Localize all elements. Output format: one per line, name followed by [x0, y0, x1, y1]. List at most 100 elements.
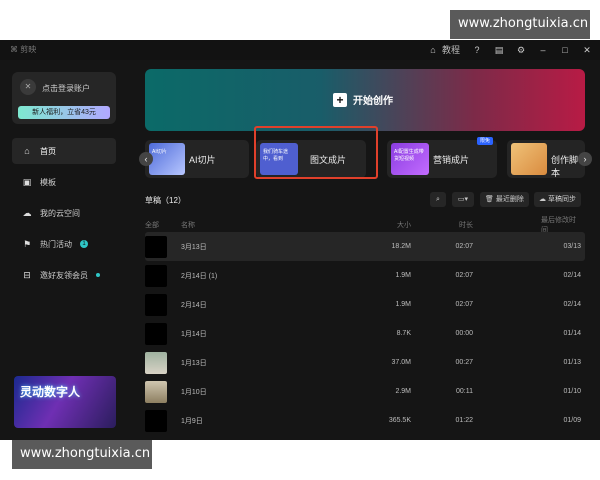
draft-size: 1.9M [395, 272, 411, 279]
recently-deleted-label: 最近删除 [495, 196, 524, 203]
sidebar-item-templates[interactable]: ▣ 模板 [12, 169, 116, 195]
minimize-icon[interactable]: – [538, 45, 548, 55]
start-creating-button[interactable]: + 开始创作 [145, 69, 585, 131]
table-row[interactable]: 1月14日 8.7K 00:00 01/14 [145, 319, 585, 348]
digital-human-banner[interactable]: 灵动数字人 [14, 376, 116, 428]
trash-icon: 🗑 [485, 196, 494, 203]
table-row[interactable]: 3月13日 18.2M 02:07 03/13 [145, 232, 585, 261]
draft-modified: 02/14 [563, 272, 581, 279]
gift-icon: ⊟ [23, 270, 31, 280]
drafts-table: 全部 名称 大小 时长 最后修改时间 3月13日 18.2M 02:07 03/… [145, 217, 585, 435]
banner-text: 灵动数字人 [20, 385, 81, 399]
sidebar-item-label: 模板 [40, 177, 56, 187]
header-duration[interactable]: 时长 [443, 218, 473, 232]
draft-name: 1月10日 [181, 388, 207, 396]
tutorial-icon: ⌂ [430, 44, 436, 55]
table-row[interactable]: 1月9日 365.5K 01:22 01/09 [145, 406, 585, 435]
draft-size: 365.5K [388, 417, 411, 424]
tool-thumb-text: AI切片 [152, 149, 167, 155]
login-label[interactable]: 点击登录账户 [42, 83, 90, 94]
draft-modified: 03/13 [563, 243, 581, 250]
draft-thumbnail [145, 322, 167, 345]
sidebar-item-label: 我的云空间 [40, 208, 80, 218]
tutorial-button[interactable]: ⌂ 教程 [428, 43, 460, 56]
table-row[interactable]: 1月13日 37.0M 00:27 01/13 [145, 348, 585, 377]
draft-thumbnail [145, 235, 167, 258]
watermark-bottom: www.zhongtuixia.cn [12, 440, 152, 469]
header-all[interactable]: 全部 [145, 218, 167, 232]
tool-thumb [511, 143, 547, 175]
main-content: + 开始创作 ‹ AI切片 AI切片 我们骑车途中，看到 图文成片 AI配置生成… [130, 60, 600, 440]
free-badge: 限免 [477, 137, 493, 145]
tool-ai-clip[interactable]: AI切片 AI切片 [145, 140, 249, 178]
cloud-sync-icon: ☁ [539, 196, 546, 203]
start-creating-label: 开始创作 [353, 96, 393, 107]
draft-duration: 02:07 [455, 301, 473, 308]
events-badge: 1 [80, 240, 88, 248]
feedback-icon[interactable]: ▤ [494, 45, 504, 55]
tool-thumb: AI配置生成带货短视频 [391, 143, 429, 175]
draft-modified: 02/14 [563, 301, 581, 308]
tool-script[interactable]: 创作脚本 [507, 140, 585, 178]
watermark-top: www.zhongtuixia.cn [450, 10, 590, 39]
draft-sync-label: 草稿同步 [547, 196, 576, 203]
view-toggle-icon[interactable]: ▭▾ [452, 192, 474, 207]
sidebar-item-cloud[interactable]: ☁ 我的云空间 [12, 200, 116, 226]
draft-name: 2月14日 [181, 301, 207, 309]
draft-sync-button[interactable]: ☁ 草稿同步 [534, 192, 581, 207]
sidebar-item-invite[interactable]: ⊟ 邀好友领会员 [12, 262, 116, 288]
tool-text-to-video[interactable]: 我们骑车途中，看到 图文成片 [256, 140, 366, 178]
draft-modified: 01/09 [563, 417, 581, 424]
draft-duration: 02:07 [455, 243, 473, 250]
table-row[interactable]: 2月14日 (1) 1.9M 02:07 02/14 [145, 261, 585, 290]
new-dot [96, 273, 100, 277]
title-bar: ⌘ 剪映 ⌂ 教程 ? ▤ ⚙ – □ ✕ [0, 40, 600, 60]
draft-modified: 01/14 [563, 330, 581, 337]
help-icon[interactable]: ? [472, 45, 482, 55]
draft-name: 3月13日 [181, 243, 207, 251]
draft-duration: 02:07 [455, 272, 473, 279]
tool-thumb-text: AI配置生成带货短视频 [394, 149, 424, 162]
sidebar-item-label: 首页 [40, 146, 56, 156]
drafts-toolbar: 草稿（12） ⌕ ▭▾ 🗑 最近删除 ☁ 草稿同步 [145, 190, 585, 210]
plus-icon: + [333, 92, 347, 107]
header-size[interactable]: 大小 [373, 218, 411, 232]
draft-name: 1月9日 [181, 417, 203, 425]
sidebar-item-events[interactable]: ⚑ 热门活动 1 [12, 231, 116, 257]
header-modified[interactable]: 最后修改时间 [541, 217, 581, 234]
tool-label: AI切片 [189, 155, 216, 165]
tool-strip: ‹ AI切片 AI切片 我们骑车途中，看到 图文成片 AI配置生成带货短视频 营… [139, 137, 592, 178]
tool-label: 营销成片 [433, 155, 470, 165]
table-header: 全部 名称 大小 时长 最后修改时间 [145, 217, 585, 234]
tool-marketing-video[interactable]: AI配置生成带货短视频 营销成片 限免 [387, 137, 497, 178]
draft-name: 2月14日 (1) [181, 272, 218, 280]
header-name[interactable]: 名称 [181, 218, 195, 232]
recently-deleted-button[interactable]: 🗑 最近删除 [480, 192, 529, 207]
tool-thumb-text: 我们骑车途中，看到 [263, 149, 289, 162]
sidebar: ✕ 点击登录账户 新人福利，立省43元 ⌂ 首页 ▣ 模板 ☁ 我的云空间 ⚑ … [0, 60, 130, 440]
draft-thumbnail [145, 380, 167, 403]
draft-duration: 00:00 [455, 330, 473, 337]
cloud-icon: ☁ [22, 208, 32, 218]
draft-size: 1.9M [395, 301, 411, 308]
promo-button[interactable]: 新人福利，立省43元 [18, 106, 110, 119]
maximize-icon[interactable]: □ [560, 45, 570, 55]
tool-thumb: AI切片 [149, 143, 185, 175]
table-row[interactable]: 1月10日 2.9M 00:11 01/10 [145, 377, 585, 406]
tool-thumb: 我们骑车途中，看到 [260, 143, 298, 175]
template-icon: ▣ [22, 177, 32, 187]
chevron-left-icon[interactable]: ‹ [139, 152, 153, 166]
login-card[interactable]: ✕ 点击登录账户 新人福利，立省43元 [12, 72, 116, 124]
chevron-right-icon[interactable]: › [578, 152, 592, 166]
sidebar-item-home[interactable]: ⌂ 首页 [12, 138, 116, 164]
draft-modified: 01/13 [563, 359, 581, 366]
app-name: 剪映 [20, 45, 37, 54]
tool-label: 图文成片 [310, 155, 347, 165]
sidebar-item-label: 热门活动 [40, 239, 72, 249]
close-icon[interactable]: ✕ [582, 45, 592, 55]
settings-icon[interactable]: ⚙ [516, 45, 526, 55]
table-row[interactable]: 2月14日 1.9M 02:07 02/14 [145, 290, 585, 319]
draft-size: 37.0M [391, 359, 411, 366]
draft-thumbnail [145, 293, 167, 316]
search-icon[interactable]: ⌕ [430, 192, 446, 207]
